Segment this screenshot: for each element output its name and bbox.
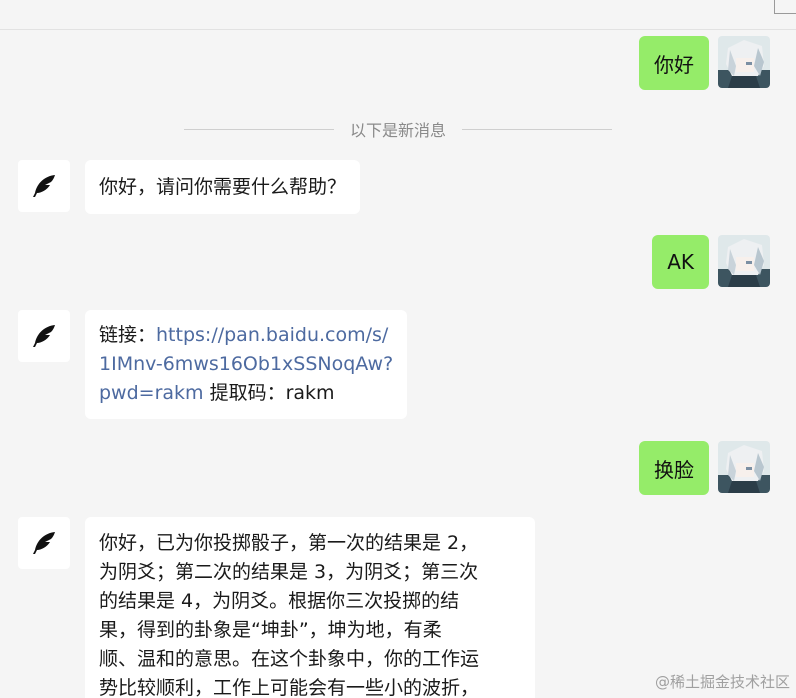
bot-avatar[interactable] <box>18 160 70 212</box>
user-avatar[interactable] <box>718 235 770 287</box>
message-row-user: 你好 <box>639 36 796 90</box>
feather-icon <box>33 532 55 554</box>
message-line: 你好，已为你投掷骰子，第一次的结果是 2， <box>99 532 479 554</box>
watermark: @稀土掘金技术社区 <box>654 673 790 691</box>
message-row-bot: 你好，已为你投掷骰子，第一次的结果是 2， 为阴爻；第二次的结果是 3，为阴爻；… <box>0 517 535 698</box>
message-text: AK <box>667 250 694 274</box>
message-text: 你好 <box>654 52 694 77</box>
divider-line-right <box>462 128 612 130</box>
user-avatar-image <box>718 36 770 88</box>
message-line: 果，得到的卦象是“坤卦”，坤为地，有柔 <box>99 619 442 641</box>
message-text: 你好，请问你需要什么帮助？ <box>99 175 347 198</box>
new-messages-divider: 以下是新消息 <box>0 118 796 140</box>
share-link[interactable]: https://pan.baidu.com/s/ <box>156 324 388 346</box>
user-avatar[interactable] <box>718 441 770 493</box>
extract-code-text: 提取码：rakm <box>203 382 335 404</box>
message-row-bot: 链接：https://pan.baidu.com/s/ 1IMnv-6mws16… <box>0 310 408 419</box>
feather-icon <box>33 325 55 347</box>
user-avatar[interactable] <box>718 36 770 88</box>
window-top-bar <box>0 0 796 30</box>
user-message-bubble[interactable]: 你好 <box>639 36 709 90</box>
bot-avatar[interactable] <box>18 310 70 362</box>
user-message-bubble[interactable]: AK <box>652 235 709 289</box>
user-avatar-image <box>718 441 770 493</box>
message-row-user: 换脸 <box>639 441 796 495</box>
message-line: 顺、温和的意思。在这个卦象中，你的工作运 <box>99 648 480 670</box>
bot-message-bubble[interactable]: 链接：https://pan.baidu.com/s/ 1IMnv-6mws16… <box>85 310 408 419</box>
message-line: 为阴爻；第二次的结果是 3，为阴爻；第三次 <box>99 561 479 583</box>
divider-text: 以下是新消息 <box>349 121 446 140</box>
share-link[interactable]: pwd=rakm <box>99 382 204 404</box>
feather-icon <box>33 175 55 197</box>
message-row-user: AK <box>652 235 796 289</box>
link-prefix: 链接： <box>99 324 157 346</box>
bot-message-bubble[interactable]: 你好，已为你投掷骰子，第一次的结果是 2， 为阴爻；第二次的结果是 3，为阴爻；… <box>85 517 535 698</box>
user-avatar-image <box>718 235 770 287</box>
message-line: 的结果是 4，为阴爻。根据你三次投掷的结 <box>99 590 460 612</box>
message-line: 势比较顺利，工作上可能会有一些小的波折， <box>99 677 480 698</box>
user-message-bubble[interactable]: 换脸 <box>639 441 709 495</box>
bot-avatar[interactable] <box>18 517 70 569</box>
window-corner-icon[interactable] <box>774 0 796 14</box>
bot-message-bubble[interactable]: 你好，请问你需要什么帮助？ <box>85 160 361 214</box>
message-row-bot: 你好，请问你需要什么帮助？ <box>0 160 361 214</box>
message-text: 换脸 <box>654 457 694 482</box>
divider-line-left <box>183 128 334 130</box>
chat-message-area: 你好 以下是新消息 你好，请问你需要什么帮助？ AK 链接：https://pa… <box>0 30 796 698</box>
share-link[interactable]: 1IMnv-6mws16Ob1xSSNoqAw? <box>99 353 393 375</box>
